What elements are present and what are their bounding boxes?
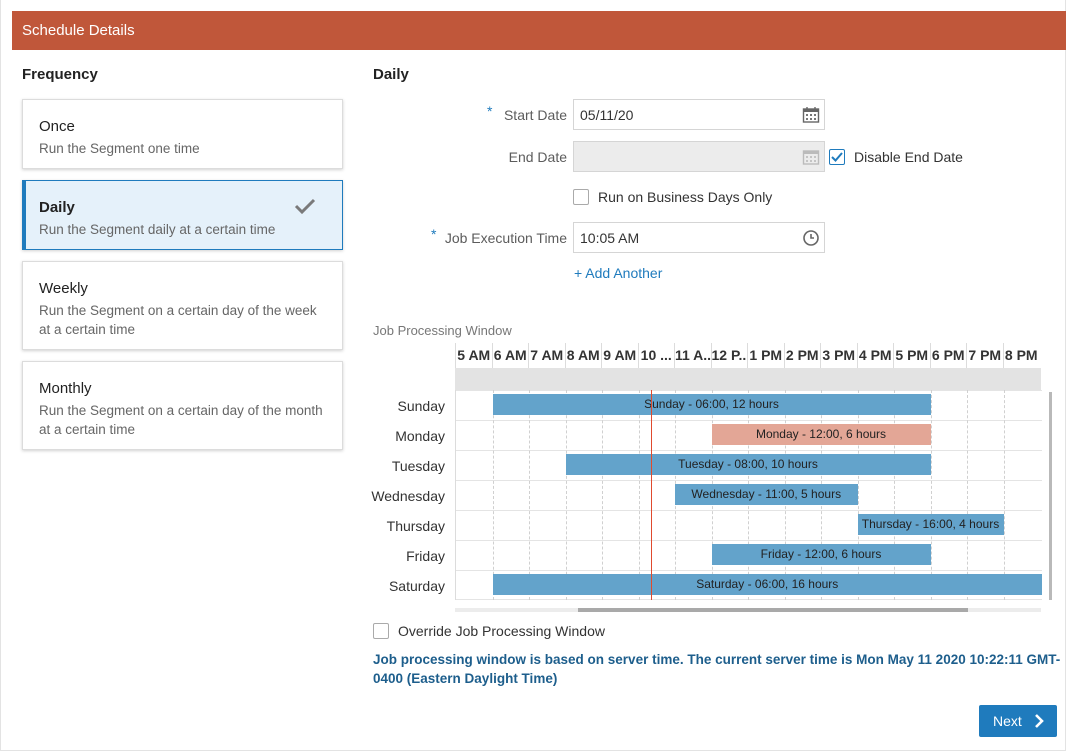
- hour-gridline: [492, 390, 494, 600]
- timeline-band: [455, 368, 1041, 390]
- day-label: Wednesday: [371, 488, 445, 504]
- row-divider: [456, 599, 1042, 600]
- row-divider: [456, 450, 1042, 451]
- daily-title: Daily: [373, 66, 409, 83]
- business-days-label: Run on Business Days Only: [598, 189, 773, 205]
- window-bar-wednesday[interactable]: Wednesday - 11:00, 5 hours: [675, 484, 858, 505]
- row-divider: [456, 540, 1042, 541]
- frequency-option-monthly[interactable]: Monthly Run the Segment on a certain day…: [22, 361, 343, 450]
- day-label: Monday: [395, 428, 445, 444]
- option-description: Run the Segment one time: [39, 141, 200, 156]
- hour-label: 11 A...: [674, 343, 711, 368]
- window-bar-monday[interactable]: Monday - 12:00, 6 hours: [711, 424, 931, 445]
- calendar-icon[interactable]: [802, 106, 820, 124]
- hour-gridline: [638, 390, 640, 600]
- header-title: Schedule Details: [22, 22, 135, 39]
- option-title: Once: [39, 118, 75, 135]
- option-description: Run the Segment on a certain day of the …: [39, 403, 323, 437]
- required-mark: *: [431, 226, 437, 242]
- day-label: Tuesday: [391, 458, 445, 474]
- frequency-option-daily[interactable]: Daily Run the Segment daily at a certain…: [22, 180, 343, 250]
- clock-icon[interactable]: [802, 229, 820, 247]
- next-label: Next: [993, 713, 1022, 729]
- horizontal-scrollbar-thumb[interactable]: [578, 608, 968, 612]
- next-button[interactable]: Next: [979, 705, 1057, 737]
- day-label: Saturday: [388, 578, 445, 594]
- override-window-label: Override Job Processing Window: [398, 623, 605, 639]
- hour-gridline: [1003, 390, 1005, 600]
- vertical-scrollbar[interactable]: [1049, 392, 1052, 600]
- hour-gridline: [602, 390, 603, 600]
- checkmark-icon: [294, 198, 316, 215]
- window-bar-sunday[interactable]: Sunday - 06:00, 12 hours: [492, 394, 931, 415]
- gantt-grid: Sunday - 06:00, 12 hours Monday - 12:00,…: [455, 390, 1042, 600]
- hour-label: 6 AM: [491, 343, 529, 368]
- hour-gridline: [529, 390, 530, 600]
- chevron-right-icon: [1035, 714, 1044, 728]
- add-another-link[interactable]: + Add Another: [574, 265, 662, 281]
- hour-label: 12 P...: [710, 343, 747, 368]
- option-title: Weekly: [39, 280, 88, 297]
- option-title: Monthly: [39, 380, 92, 397]
- job-execution-time-input[interactable]: 10:05 AM: [573, 222, 825, 253]
- hour-gridline: [565, 390, 567, 600]
- hour-gridline: [930, 390, 932, 600]
- job-execution-time-value: 10:05 AM: [580, 230, 640, 246]
- window-bar-thursday[interactable]: Thursday - 16:00, 4 hours: [857, 514, 1004, 535]
- row-divider: [456, 420, 1042, 421]
- option-description: Run the Segment daily at a certain time: [39, 222, 276, 237]
- horizontal-scrollbar[interactable]: [455, 608, 1041, 612]
- hour-label: 7 AM: [528, 343, 565, 368]
- hour-label: 3 PM: [820, 343, 857, 368]
- row-divider: [456, 510, 1042, 511]
- hour-label: 6 PM: [929, 343, 967, 368]
- window-bar-friday[interactable]: Friday - 12:00, 6 hours: [711, 544, 931, 565]
- override-window-checkbox[interactable]: [373, 623, 389, 639]
- start-date-value: 05/11/20: [580, 107, 634, 123]
- checkmark-icon: [831, 152, 843, 162]
- hour-header: 5 AM 6 AM 7 AM 8 AM 9 AM 10 ... 11 A... …: [455, 343, 1041, 368]
- frequency-option-once[interactable]: Once Run the Segment one time: [22, 99, 343, 169]
- hour-label: 5 AM: [455, 343, 492, 368]
- disable-end-date-checkbox[interactable]: [829, 149, 845, 165]
- hour-label: 8 PM: [1002, 343, 1040, 368]
- frequency-title: Frequency: [22, 66, 98, 83]
- hour-label: 5 PM: [893, 343, 930, 368]
- server-time-note: Job processing window is based on server…: [373, 652, 1061, 686]
- business-days-checkbox[interactable]: [573, 189, 589, 205]
- required-mark: *: [487, 103, 493, 119]
- disable-end-date-label: Disable End Date: [854, 149, 963, 165]
- window-bar-tuesday[interactable]: Tuesday - 08:00, 10 hours: [565, 454, 931, 475]
- hour-label: 7 PM: [966, 343, 1003, 368]
- hour-label: 10 ...: [637, 343, 675, 368]
- option-title: Daily: [39, 199, 75, 216]
- hour-gridline: [967, 390, 968, 600]
- end-date-label: End Date: [508, 149, 567, 165]
- row-divider: [456, 390, 1042, 391]
- hour-label: 9 AM: [601, 343, 638, 368]
- schedule-details-header: Schedule Details: [12, 11, 1066, 50]
- end-date-input: [573, 141, 825, 172]
- hour-label: 2 PM: [783, 343, 821, 368]
- frequency-option-weekly[interactable]: Weekly Run the Segment on a certain day …: [22, 261, 343, 350]
- start-date-label: Start Date: [503, 107, 567, 123]
- day-label: Friday: [406, 548, 445, 564]
- day-label: Thursday: [386, 518, 445, 534]
- job-processing-window-label: Job Processing Window: [373, 323, 512, 338]
- option-description: Run the Segment on a certain day of the …: [39, 303, 317, 337]
- start-date-input[interactable]: 05/11/20: [573, 99, 825, 130]
- current-time-line: [651, 390, 652, 600]
- day-label: Sunday: [397, 398, 445, 414]
- row-divider: [456, 480, 1042, 481]
- calendar-icon: [802, 150, 820, 165]
- hour-gridline: [857, 390, 859, 600]
- hour-label: 8 AM: [564, 343, 602, 368]
- hour-gridline: [894, 390, 895, 600]
- hour-label: 1 PM: [747, 343, 784, 368]
- hour-label: 4 PM: [856, 343, 894, 368]
- row-divider: [456, 570, 1042, 571]
- job-execution-time-label: Job Execution Time: [444, 230, 567, 246]
- window-bar-saturday[interactable]: Saturday - 06:00, 16 hours: [492, 574, 1042, 595]
